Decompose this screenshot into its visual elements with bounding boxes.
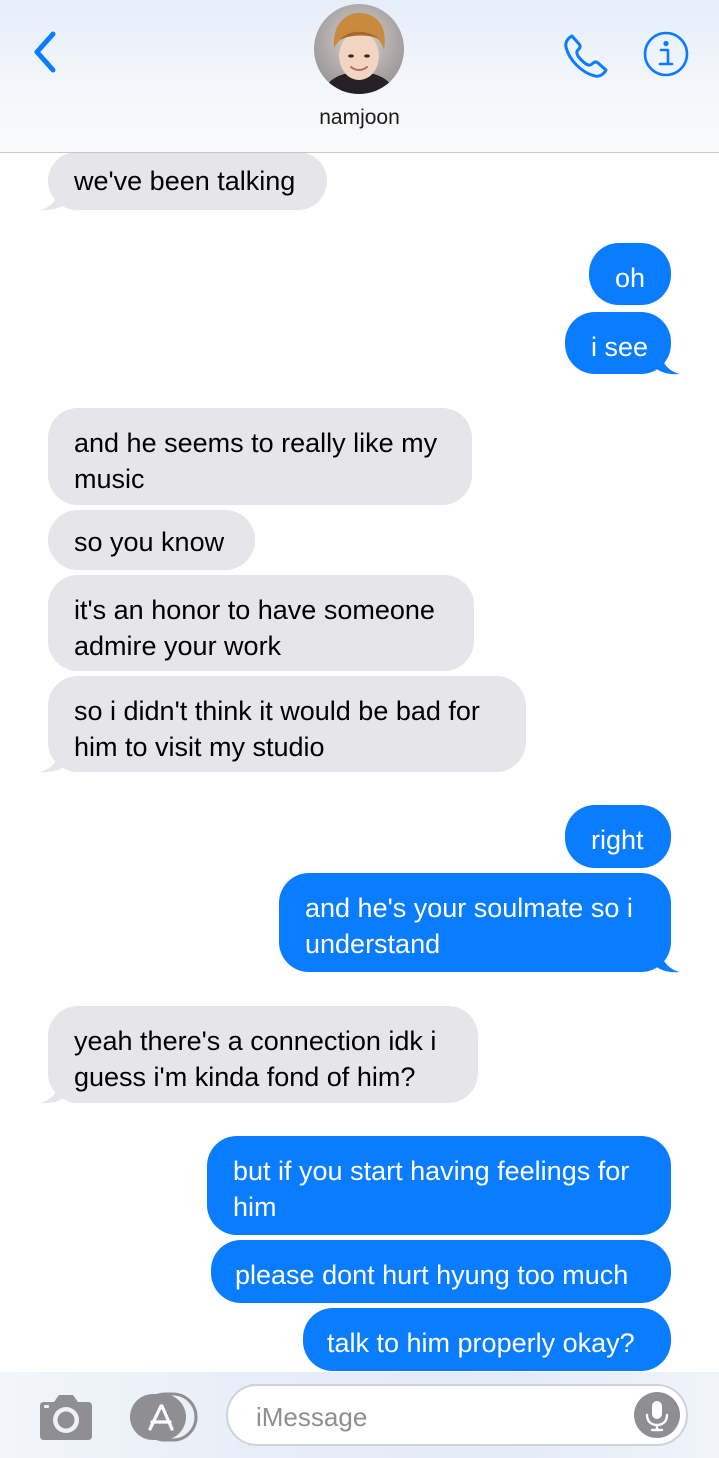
message-text: yeah there's a connection idk i guess i'… [74, 1026, 437, 1092]
message-bubble-received[interactable]: so i didn't think it would be bad for hi… [48, 676, 526, 772]
camera-icon [40, 1395, 92, 1440]
back-button[interactable] [22, 28, 66, 76]
message-input-placeholder: iMessage [256, 1402, 368, 1432]
message-text: i see [591, 332, 649, 362]
message-bubble-sent[interactable]: and he's your soulmate so i understand [279, 873, 671, 972]
conversation-header: namjoon [0, 0, 719, 153]
app-store-icon [130, 1392, 198, 1442]
message-bubble-sent[interactable]: talk to him properly okay? [303, 1308, 671, 1371]
dictation-button[interactable] [634, 1392, 680, 1438]
bubble-tail [40, 750, 66, 773]
message-text: oh [615, 263, 646, 293]
message-bubble-received[interactable]: we've been talking [48, 152, 327, 210]
message-bubble-sent[interactable]: oh [589, 243, 671, 305]
message-input[interactable]: iMessage [226, 1384, 688, 1446]
chevron-left-icon [34, 31, 56, 73]
compose-bar: iMessage [0, 1372, 719, 1458]
microphone-icon [645, 1401, 669, 1432]
call-button[interactable] [560, 30, 612, 82]
bubble-tail [40, 1081, 66, 1104]
message-text: please dont hurt hyung too much [235, 1260, 629, 1290]
bubble-tail [654, 352, 680, 375]
message-bubble-received[interactable]: and he seems to really like my music [48, 408, 472, 505]
info-icon [643, 31, 689, 77]
info-button[interactable] [642, 30, 690, 78]
message-text: talk to him properly okay? [327, 1328, 635, 1358]
message-text: but if you start having feelings for him [233, 1156, 630, 1222]
message-text: so you know [74, 527, 225, 557]
message-bubble-received[interactable]: it's an honor to have someone admire you… [48, 575, 474, 671]
message-bubble-sent[interactable]: but if you start having feelings for him [207, 1136, 671, 1235]
message-bubble-received[interactable]: so you know [48, 510, 255, 570]
message-bubble-sent[interactable]: please dont hurt hyung too much [211, 1240, 671, 1303]
bubble-tail [654, 950, 680, 973]
message-text: so i didn't think it would be bad for hi… [74, 696, 480, 762]
phone-icon [564, 34, 608, 78]
bubble-tail [40, 188, 66, 211]
message-text: and he's your soulmate so i understand [305, 893, 633, 959]
contact-avatar[interactable] [314, 4, 404, 94]
message-bubble-sent[interactable]: right [565, 805, 671, 868]
app-drawer-button[interactable] [128, 1392, 198, 1442]
camera-button[interactable] [36, 1392, 96, 1444]
contact-name[interactable]: namjoon [0, 106, 719, 130]
message-thread[interactable]: we've been talking oh i see and he seems… [0, 0, 719, 1458]
avatar-photo [314, 4, 404, 94]
message-text: we've been talking [74, 166, 296, 196]
message-text: and he seems to really like my music [74, 428, 438, 494]
message-text: it's an honor to have someone admire you… [74, 595, 435, 661]
message-bubble-received[interactable]: yeah there's a connection idk i guess i'… [48, 1006, 478, 1103]
message-text: right [591, 825, 644, 855]
